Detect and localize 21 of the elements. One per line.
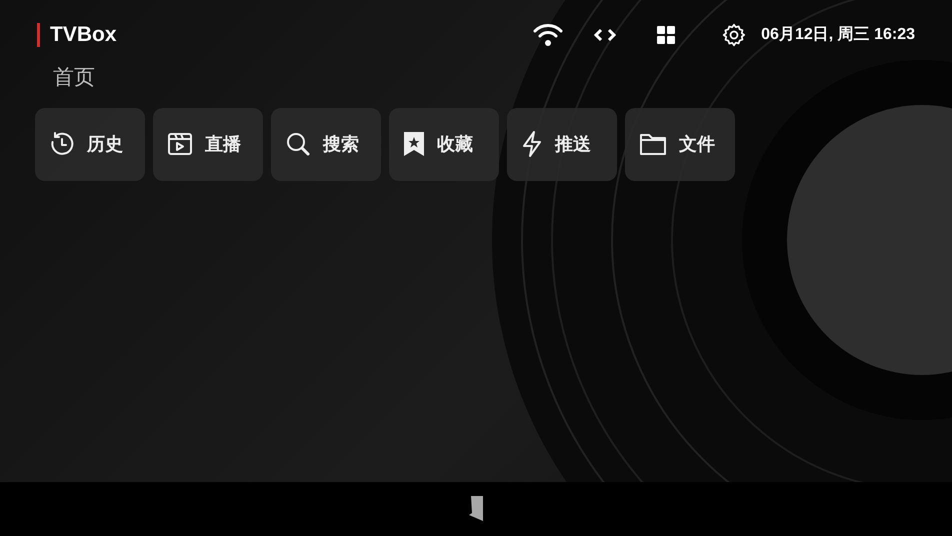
app-title: TVBox [50, 22, 117, 48]
quick-action-button[interactable]: 推送 [507, 108, 617, 180]
search-icon [285, 131, 311, 157]
folder-icon [639, 132, 667, 156]
accent-bar [37, 23, 40, 47]
grid-icon[interactable] [657, 26, 676, 44]
bookmark-icon [403, 131, 425, 157]
page-icon [468, 495, 484, 523]
date-time: 06月12日, 周三 16:23 [761, 25, 915, 45]
quick-action-button[interactable]: 直播 [153, 108, 263, 180]
lightning-icon [521, 130, 543, 158]
video-icon [167, 131, 193, 157]
wifi-icon[interactable] [533, 23, 564, 47]
clock-icon [49, 131, 75, 157]
page-title: 首页 [53, 65, 95, 91]
quick-action-button[interactable]: 搜索 [271, 108, 381, 180]
settings-icon[interactable] [721, 22, 748, 48]
quick-action-button[interactable]: 收藏 [389, 108, 499, 180]
code-icon[interactable] [594, 28, 616, 42]
quick-action-button[interactable]: 文件 [625, 108, 735, 180]
quick-action-button[interactable]: 历史 [35, 108, 145, 180]
